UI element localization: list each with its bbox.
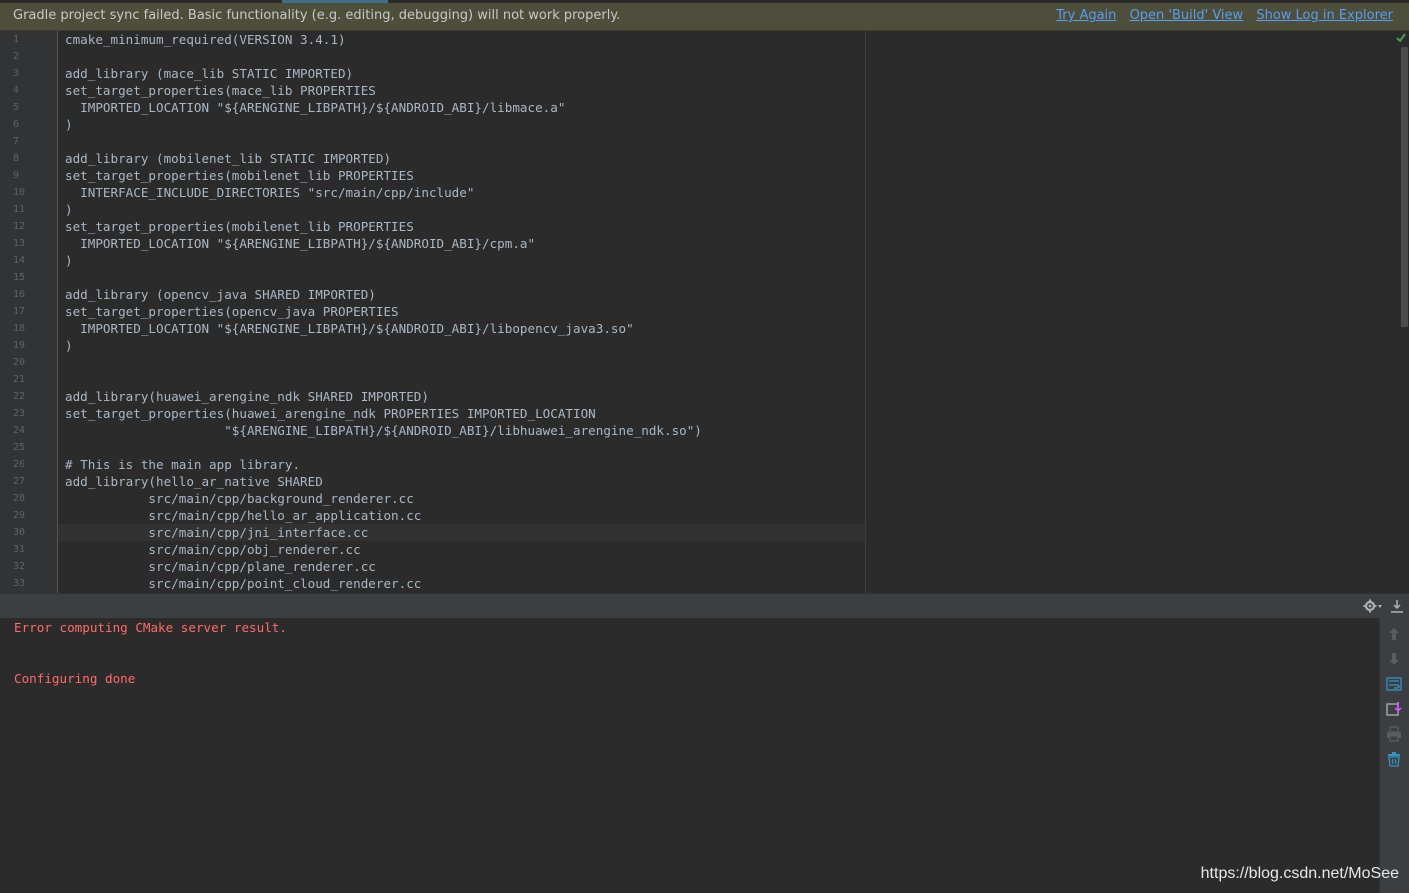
- code-line[interactable]: set_target_properties(opencv_java PROPER…: [65, 303, 399, 320]
- line-number: 16: [13, 289, 26, 300]
- line-number: 11: [13, 204, 26, 215]
- soft-wrap-icon[interactable]: [1386, 676, 1402, 692]
- code-line[interactable]: src/main/cpp/hello_ar_application.cc: [65, 507, 421, 524]
- code-editor[interactable]: 1 2 3 4 5 6 7 8 9 10 11 12 13 14 15 16 17 18 19 20 21 22 23 24 2…: [0, 31, 1409, 593]
- down-arrow-icon[interactable]: [1386, 651, 1402, 667]
- print-icon[interactable]: [1386, 726, 1402, 742]
- gear-icon[interactable]: [1363, 598, 1383, 614]
- code-line[interactable]: "${ARENGINE_LIBPATH}/${ANDROID_ABI}/libh…: [65, 422, 702, 439]
- line-number: 2: [13, 51, 20, 62]
- code-line[interactable]: cmake_minimum_required(VERSION 3.4.1): [65, 31, 346, 48]
- line-number: 33: [13, 578, 26, 589]
- line-number: 8: [13, 153, 20, 164]
- banner-links: Try Again Open 'Build' View Show Log in …: [1047, 8, 1393, 23]
- code-line[interactable]: ): [65, 201, 73, 218]
- code-line[interactable]: add_library(hello_ar_native SHARED: [65, 473, 323, 490]
- code-line[interactable]: IMPORTED_LOCATION "${ARENGINE_LIBPATH}/$…: [65, 235, 535, 252]
- code-line[interactable]: set_target_properties(mace_lib PROPERTIE…: [65, 82, 376, 99]
- line-number: 20: [13, 357, 26, 368]
- line-number: 29: [13, 510, 26, 521]
- scroll-to-end-icon[interactable]: [1386, 701, 1402, 717]
- line-number: 3: [13, 68, 20, 79]
- code-line[interactable]: IMPORTED_LOCATION "${ARENGINE_LIBPATH}/$…: [65, 320, 634, 337]
- trash-icon[interactable]: [1386, 751, 1402, 767]
- up-arrow-icon[interactable]: [1386, 626, 1402, 642]
- line-number: 19: [13, 340, 26, 351]
- hide-icon[interactable]: [1390, 598, 1404, 614]
- code-line[interactable]: src/main/cpp/plane_renderer.cc: [65, 558, 375, 575]
- code-line[interactable]: set_target_properties(huawei_arengine_nd…: [65, 405, 596, 422]
- line-number: 7: [13, 136, 20, 147]
- line-number: 4: [13, 85, 20, 96]
- line-number: 27: [13, 476, 26, 487]
- code-line[interactable]: set_target_properties(mobilenet_lib PROP…: [65, 167, 414, 184]
- code-line[interactable]: src/main/cpp/jni_interface.cc: [65, 524, 368, 541]
- editor-scroll-thumb[interactable]: [1401, 47, 1408, 327]
- code-line[interactable]: add_library(huawei_arengine_ndk SHARED I…: [65, 388, 429, 405]
- line-number: 28: [13, 493, 26, 504]
- line-number-gutter[interactable]: 1 2 3 4 5 6 7 8 9 10 11 12 13 14 15 16 17 18 19 20 21 22 23 24 2…: [0, 31, 58, 593]
- banner-message: Gradle project sync failed. Basic functi…: [13, 8, 621, 23]
- line-number: 10: [13, 187, 26, 198]
- console-configuring-line: Configuring done: [14, 671, 136, 686]
- line-number: 13: [13, 238, 26, 249]
- line-number: 12: [13, 221, 26, 232]
- line-number: 1: [13, 34, 20, 45]
- line-number: 9: [13, 170, 20, 181]
- line-number: 32: [13, 561, 26, 572]
- sync-failed-banner: Gradle project sync failed. Basic functi…: [0, 3, 1409, 31]
- open-build-view-link[interactable]: Open 'Build' View: [1130, 8, 1244, 23]
- editor-scrollbar[interactable]: [1400, 31, 1409, 593]
- code-line[interactable]: # This is the main app library.: [65, 456, 300, 473]
- code-line[interactable]: add_library (opencv_java SHARED IMPORTED…: [65, 286, 376, 303]
- build-output-header: [0, 593, 1409, 618]
- watermark: https://blog.csdn.net/MoSee: [1200, 865, 1399, 882]
- line-number: 30: [13, 527, 26, 538]
- code-line[interactable]: set_target_properties(mobilenet_lib PROP…: [65, 218, 414, 235]
- line-number: 26: [13, 459, 26, 470]
- code-line[interactable]: INTERFACE_INCLUDE_DIRECTORIES "src/main/…: [65, 184, 474, 201]
- code-line[interactable]: ): [65, 116, 73, 133]
- line-number: 24: [13, 425, 26, 436]
- console-side-toolbar: [1379, 618, 1409, 893]
- check-icon: [1396, 33, 1406, 43]
- right-margin-guide: [865, 31, 866, 593]
- try-again-link[interactable]: Try Again: [1056, 8, 1116, 23]
- line-number: 25: [13, 442, 26, 453]
- line-number: 21: [13, 374, 26, 385]
- code-line[interactable]: IMPORTED_LOCATION "${ARENGINE_LIBPATH}/$…: [65, 99, 565, 116]
- code-line[interactable]: src/main/cpp/background_renderer.cc: [65, 490, 413, 507]
- line-number: 23: [13, 408, 26, 419]
- code-line[interactable]: ): [65, 337, 73, 354]
- build-output-console[interactable]: Error computing CMake server result. Con…: [0, 618, 1379, 893]
- console-error-line: Error computing CMake server result.: [14, 620, 287, 635]
- code-line[interactable]: ): [65, 252, 73, 269]
- line-number: 5: [13, 102, 20, 113]
- line-number: 18: [13, 323, 26, 334]
- code-line[interactable]: add_library (mobilenet_lib STATIC IMPORT…: [65, 150, 391, 167]
- code-line[interactable]: src/main/cpp/point_cloud_renderer.cc: [65, 575, 421, 592]
- line-number: 31: [13, 544, 26, 555]
- line-number: 15: [13, 272, 26, 283]
- show-log-link[interactable]: Show Log in Explorer: [1256, 8, 1393, 23]
- code-line[interactable]: add_library (mace_lib STATIC IMPORTED): [65, 65, 353, 82]
- line-number: 14: [13, 255, 26, 266]
- line-number: 17: [13, 306, 26, 317]
- line-number: 6: [13, 119, 20, 130]
- code-line[interactable]: src/main/cpp/obj_renderer.cc: [65, 541, 360, 558]
- line-number: 22: [13, 391, 26, 402]
